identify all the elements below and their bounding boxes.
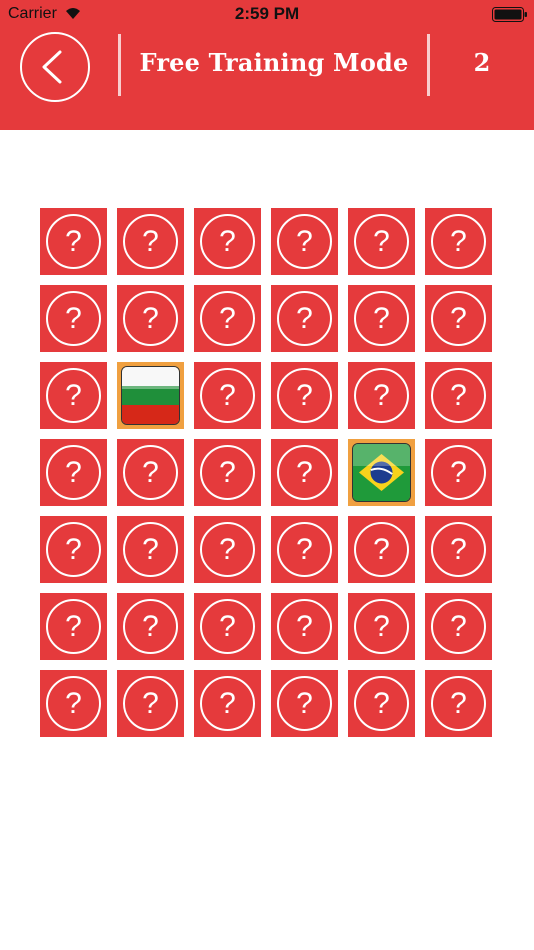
memory-card[interactable]: ? (194, 593, 261, 660)
question-mark-icon: ? (277, 368, 332, 423)
memory-card[interactable]: ? (425, 670, 492, 737)
back-button[interactable] (20, 32, 90, 102)
question-mark-icon: ? (123, 445, 178, 500)
memory-card[interactable]: ? (271, 670, 338, 737)
question-mark-icon: ? (354, 214, 409, 269)
question-mark-icon: ? (46, 214, 101, 269)
question-mark-icon: ? (354, 368, 409, 423)
status-time: 2:59 PM (234, 4, 300, 23)
memory-board: ???????????????????????????????????????? (40, 208, 492, 737)
memory-card[interactable]: ? (40, 593, 107, 660)
memory-card[interactable]: ? (348, 362, 415, 429)
question-mark-icon: ? (200, 445, 255, 500)
status-bar: Carrier 2:59 PM (0, 0, 534, 28)
question-mark-icon: ? (200, 522, 255, 577)
question-mark-icon: ? (431, 291, 486, 346)
page-title: Free Training Mode (139, 48, 409, 77)
question-mark-icon: ? (123, 214, 178, 269)
memory-card[interactable]: ? (194, 439, 261, 506)
memory-card[interactable]: ? (348, 208, 415, 275)
question-mark-icon: ? (431, 676, 486, 731)
memory-card[interactable]: ? (40, 362, 107, 429)
memory-card[interactable]: ? (271, 285, 338, 352)
memory-card[interactable]: ? (194, 208, 261, 275)
score-counter: 2 (473, 48, 491, 77)
question-mark-icon: ? (277, 291, 332, 346)
memory-card[interactable]: ? (425, 285, 492, 352)
memory-card[interactable]: ? (117, 516, 184, 583)
question-mark-icon: ? (200, 291, 255, 346)
memory-card[interactable]: ? (348, 285, 415, 352)
memory-card[interactable]: ? (194, 670, 261, 737)
memory-card[interactable]: ? (40, 285, 107, 352)
question-mark-icon: ? (431, 522, 486, 577)
memory-card[interactable]: ? (425, 362, 492, 429)
memory-card[interactable]: ? (194, 362, 261, 429)
question-mark-icon: ? (46, 291, 101, 346)
question-mark-icon: ? (277, 445, 332, 500)
memory-card[interactable]: ? (271, 439, 338, 506)
question-mark-icon: ? (123, 676, 178, 731)
question-mark-icon: ? (277, 522, 332, 577)
memory-card[interactable]: ? (194, 516, 261, 583)
question-mark-icon: ? (431, 445, 486, 500)
question-mark-icon: ? (277, 214, 332, 269)
question-mark-icon: ? (200, 599, 255, 654)
question-mark-icon: ? (354, 676, 409, 731)
question-mark-icon: ? (200, 368, 255, 423)
memory-card[interactable]: ? (271, 516, 338, 583)
question-mark-icon: ? (123, 522, 178, 577)
memory-card[interactable]: ? (117, 208, 184, 275)
question-mark-icon: ? (277, 676, 332, 731)
chevron-left-icon (42, 50, 62, 84)
question-mark-icon: ? (431, 599, 486, 654)
memory-card[interactable]: ? (348, 516, 415, 583)
question-mark-icon: ? (123, 599, 178, 654)
memory-card[interactable]: ? (425, 208, 492, 275)
memory-card[interactable]: ? (117, 439, 184, 506)
memory-card-revealed[interactable] (117, 362, 184, 429)
question-mark-icon: ? (200, 676, 255, 731)
question-mark-icon: ? (123, 291, 178, 346)
question-mark-icon: ? (46, 368, 101, 423)
memory-card-revealed[interactable] (348, 439, 415, 506)
memory-card[interactable]: ? (271, 362, 338, 429)
memory-card[interactable]: ? (348, 593, 415, 660)
memory-card[interactable]: ? (40, 439, 107, 506)
memory-card[interactable]: ? (425, 439, 492, 506)
memory-card[interactable]: ? (117, 670, 184, 737)
question-mark-icon: ? (277, 599, 332, 654)
header-bar: Free Training Mode 2 (0, 28, 534, 130)
battery-icon (492, 7, 527, 22)
memory-card[interactable]: ? (271, 208, 338, 275)
memory-card[interactable]: ? (40, 516, 107, 583)
bulgaria-flag-icon (121, 366, 180, 425)
question-mark-icon: ? (46, 676, 101, 731)
memory-card[interactable]: ? (425, 593, 492, 660)
question-mark-icon: ? (354, 291, 409, 346)
memory-card[interactable]: ? (348, 670, 415, 737)
memory-card[interactable]: ? (117, 285, 184, 352)
question-mark-icon: ? (354, 522, 409, 577)
brazil-flag-icon (352, 443, 411, 502)
memory-card[interactable]: ? (117, 593, 184, 660)
question-mark-icon: ? (200, 214, 255, 269)
question-mark-icon: ? (46, 522, 101, 577)
memory-card[interactable]: ? (425, 516, 492, 583)
question-mark-icon: ? (431, 368, 486, 423)
memory-card[interactable]: ? (271, 593, 338, 660)
question-mark-icon: ? (354, 599, 409, 654)
question-mark-icon: ? (431, 214, 486, 269)
question-mark-icon: ? (46, 445, 101, 500)
question-mark-icon: ? (46, 599, 101, 654)
memory-card[interactable]: ? (40, 208, 107, 275)
memory-card[interactable]: ? (194, 285, 261, 352)
memory-card[interactable]: ? (40, 670, 107, 737)
